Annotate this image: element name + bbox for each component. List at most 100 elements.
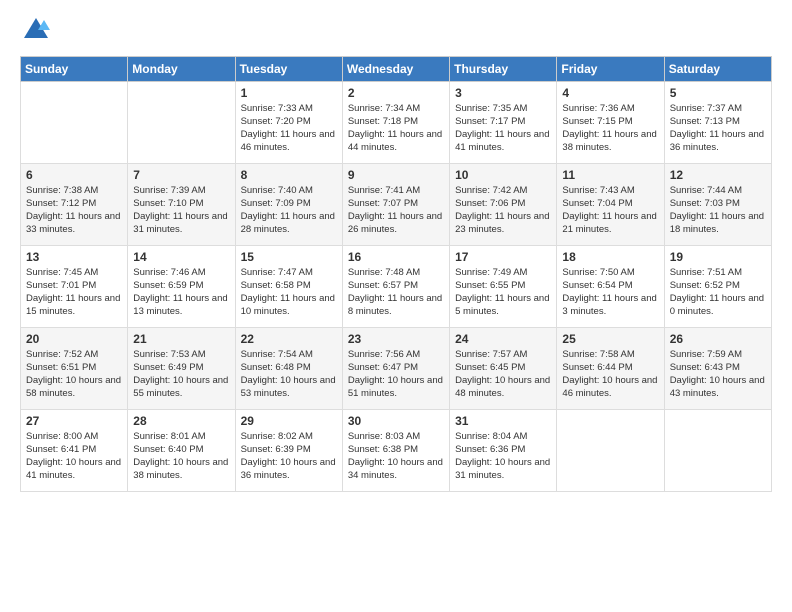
day-info: Sunrise: 7:54 AM Sunset: 6:48 PM Dayligh… — [241, 348, 337, 401]
day-number: 15 — [241, 250, 337, 264]
day-info: Sunrise: 7:46 AM Sunset: 6:59 PM Dayligh… — [133, 266, 229, 319]
calendar-cell: 12 Sunrise: 7:44 AM Sunset: 7:03 PM Dayli… — [664, 163, 771, 245]
day-info: Sunrise: 8:01 AM Sunset: 6:40 PM Dayligh… — [133, 430, 229, 483]
calendar-cell: 6 Sunrise: 7:38 AM Sunset: 7:12 PM Daylig… — [21, 163, 128, 245]
calendar-cell: 5 Sunrise: 7:37 AM Sunset: 7:13 PM Daylig… — [664, 81, 771, 163]
day-number: 7 — [133, 168, 229, 182]
calendar-cell: 10 Sunrise: 7:42 AM Sunset: 7:06 PM Dayli… — [450, 163, 557, 245]
calendar-header-tuesday: Tuesday — [235, 56, 342, 81]
calendar-cell: 20 Sunrise: 7:52 AM Sunset: 6:51 PM Dayli… — [21, 327, 128, 409]
calendar-cell: 28 Sunrise: 8:01 AM Sunset: 6:40 PM Dayli… — [128, 409, 235, 491]
calendar-cell: 8Sunrise: 7:40 AM Sunset: 7:09 PM Daylig… — [235, 163, 342, 245]
day-info: Sunrise: 7:52 AM Sunset: 6:51 PM Dayligh… — [26, 348, 122, 401]
calendar-cell: 30 Sunrise: 8:03 AM Sunset: 6:38 PM Dayli… — [342, 409, 449, 491]
day-number: 26 — [670, 332, 766, 346]
day-info: Sunrise: 7:43 AM Sunset: 7:04 PM Dayligh… — [562, 184, 658, 237]
day-info: Sunrise: 7:37 AM Sunset: 7:13 PM Dayligh… — [670, 102, 766, 155]
calendar-header-row: SundayMondayTuesdayWednesdayThursdayFrid… — [21, 56, 772, 81]
calendar-week-4: 20 Sunrise: 7:52 AM Sunset: 6:51 PM Dayli… — [21, 327, 772, 409]
calendar: SundayMondayTuesdayWednesdayThursdayFrid… — [20, 56, 772, 492]
day-number: 22 — [241, 332, 337, 346]
day-number: 17 — [455, 250, 551, 264]
day-number: 29 — [241, 414, 337, 428]
day-number: 1 — [241, 86, 337, 100]
calendar-header-thursday: Thursday — [450, 56, 557, 81]
day-number: 4 — [562, 86, 658, 100]
calendar-cell: 1 Sunrise: 7:33 AM Sunset: 7:20 PM Daylig… — [235, 81, 342, 163]
calendar-cell: 29 Sunrise: 8:02 AM Sunset: 6:39 PM Dayli… — [235, 409, 342, 491]
day-info: Sunrise: 7:33 AM Sunset: 7:20 PM Dayligh… — [241, 102, 337, 155]
page: SundayMondayTuesdayWednesdayThursdayFrid… — [0, 0, 792, 612]
calendar-cell: 23 Sunrise: 7:56 AM Sunset: 6:47 PM Dayli… — [342, 327, 449, 409]
calendar-week-2: 6 Sunrise: 7:38 AM Sunset: 7:12 PM Daylig… — [21, 163, 772, 245]
day-number: 12 — [670, 168, 766, 182]
day-info: Sunrise: 7:56 AM Sunset: 6:47 PM Dayligh… — [348, 348, 444, 401]
day-info: Sunrise: 7:50 AM Sunset: 6:54 PM Dayligh… — [562, 266, 658, 319]
day-number: 9 — [348, 168, 444, 182]
calendar-cell: 26 Sunrise: 7:59 AM Sunset: 6:43 PM Dayli… — [664, 327, 771, 409]
calendar-header-saturday: Saturday — [664, 56, 771, 81]
day-info: Sunrise: 8:03 AM Sunset: 6:38 PM Dayligh… — [348, 430, 444, 483]
day-info: Sunrise: 8:00 AM Sunset: 6:41 PM Dayligh… — [26, 430, 122, 483]
day-number: 6 — [26, 168, 122, 182]
day-number: 25 — [562, 332, 658, 346]
day-number: 30 — [348, 414, 444, 428]
calendar-header-monday: Monday — [128, 56, 235, 81]
day-info: Sunrise: 7:47 AM Sunset: 6:58 PM Dayligh… — [241, 266, 337, 319]
calendar-cell: 19 Sunrise: 7:51 AM Sunset: 6:52 PM Dayli… — [664, 245, 771, 327]
day-number: 24 — [455, 332, 551, 346]
day-info: Sunrise: 7:42 AM Sunset: 7:06 PM Dayligh… — [455, 184, 551, 237]
calendar-cell: 2 Sunrise: 7:34 AM Sunset: 7:18 PM Daylig… — [342, 81, 449, 163]
day-number: 5 — [670, 86, 766, 100]
calendar-cell: 27 Sunrise: 8:00 AM Sunset: 6:41 PM Dayli… — [21, 409, 128, 491]
calendar-cell: 15 Sunrise: 7:47 AM Sunset: 6:58 PM Dayli… — [235, 245, 342, 327]
day-number: 18 — [562, 250, 658, 264]
calendar-cell: 13 Sunrise: 7:45 AM Sunset: 7:01 PM Dayli… — [21, 245, 128, 327]
calendar-header-friday: Friday — [557, 56, 664, 81]
calendar-week-1: 1 Sunrise: 7:33 AM Sunset: 7:20 PM Daylig… — [21, 81, 772, 163]
day-info: Sunrise: 7:57 AM Sunset: 6:45 PM Dayligh… — [455, 348, 551, 401]
day-number: 20 — [26, 332, 122, 346]
day-number: 2 — [348, 86, 444, 100]
logo — [20, 16, 50, 46]
calendar-cell — [128, 81, 235, 163]
day-info: Sunrise: 7:58 AM Sunset: 6:44 PM Dayligh… — [562, 348, 658, 401]
calendar-cell — [21, 81, 128, 163]
day-info: Sunrise: 7:44 AM Sunset: 7:03 PM Dayligh… — [670, 184, 766, 237]
day-number: 19 — [670, 250, 766, 264]
calendar-cell: 9Sunrise: 7:41 AM Sunset: 7:07 PM Daylig… — [342, 163, 449, 245]
day-info: Sunrise: 7:53 AM Sunset: 6:49 PM Dayligh… — [133, 348, 229, 401]
day-info: Sunrise: 8:02 AM Sunset: 6:39 PM Dayligh… — [241, 430, 337, 483]
day-info: Sunrise: 7:34 AM Sunset: 7:18 PM Dayligh… — [348, 102, 444, 155]
calendar-header-wednesday: Wednesday — [342, 56, 449, 81]
logo-icon — [22, 16, 50, 44]
day-number: 3 — [455, 86, 551, 100]
day-number: 10 — [455, 168, 551, 182]
day-number: 16 — [348, 250, 444, 264]
day-number: 28 — [133, 414, 229, 428]
day-number: 23 — [348, 332, 444, 346]
calendar-cell: 4Sunrise: 7:36 AM Sunset: 7:15 PM Daylig… — [557, 81, 664, 163]
calendar-cell: 31Sunrise: 8:04 AM Sunset: 6:36 PM Dayli… — [450, 409, 557, 491]
calendar-cell: 3Sunrise: 7:35 AM Sunset: 7:17 PM Daylig… — [450, 81, 557, 163]
calendar-week-3: 13 Sunrise: 7:45 AM Sunset: 7:01 PM Dayli… — [21, 245, 772, 327]
day-number: 27 — [26, 414, 122, 428]
day-info: Sunrise: 7:59 AM Sunset: 6:43 PM Dayligh… — [670, 348, 766, 401]
calendar-cell: 16 Sunrise: 7:48 AM Sunset: 6:57 PM Dayli… — [342, 245, 449, 327]
day-number: 14 — [133, 250, 229, 264]
day-info: Sunrise: 7:38 AM Sunset: 7:12 PM Dayligh… — [26, 184, 122, 237]
calendar-cell: 11Sunrise: 7:43 AM Sunset: 7:04 PM Dayli… — [557, 163, 664, 245]
calendar-cell — [557, 409, 664, 491]
day-info: Sunrise: 7:45 AM Sunset: 7:01 PM Dayligh… — [26, 266, 122, 319]
calendar-cell: 17Sunrise: 7:49 AM Sunset: 6:55 PM Dayli… — [450, 245, 557, 327]
day-info: Sunrise: 7:51 AM Sunset: 6:52 PM Dayligh… — [670, 266, 766, 319]
day-number: 21 — [133, 332, 229, 346]
calendar-week-5: 27 Sunrise: 8:00 AM Sunset: 6:41 PM Dayli… — [21, 409, 772, 491]
day-number: 13 — [26, 250, 122, 264]
day-number: 8 — [241, 168, 337, 182]
calendar-cell: 14 Sunrise: 7:46 AM Sunset: 6:59 PM Dayli… — [128, 245, 235, 327]
day-info: Sunrise: 7:48 AM Sunset: 6:57 PM Dayligh… — [348, 266, 444, 319]
header — [20, 16, 772, 46]
calendar-cell: 18 Sunrise: 7:50 AM Sunset: 6:54 PM Dayli… — [557, 245, 664, 327]
calendar-cell: 21 Sunrise: 7:53 AM Sunset: 6:49 PM Dayli… — [128, 327, 235, 409]
